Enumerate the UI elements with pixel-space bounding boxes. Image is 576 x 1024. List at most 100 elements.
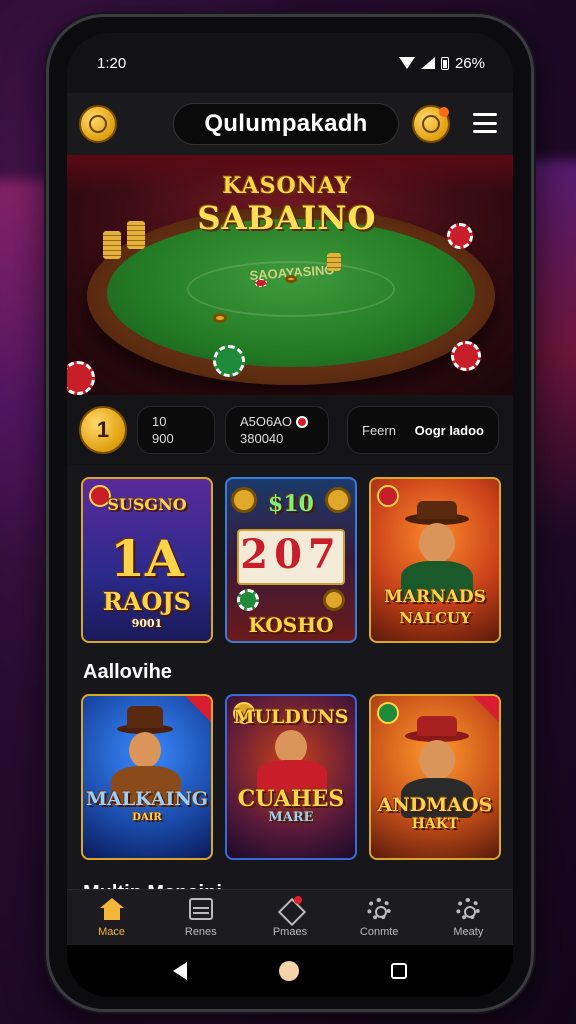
game-title-sub: KOSHO xyxy=(248,613,334,637)
game-footer: 9001 xyxy=(131,617,163,630)
chip-stack xyxy=(103,231,121,259)
status-icons: 26% xyxy=(398,54,485,72)
nav-home[interactable]: Mace xyxy=(72,897,152,938)
nav-contacts[interactable]: Conmte xyxy=(339,897,419,938)
game-title-top: SUSGNO xyxy=(107,495,187,514)
game-tile[interactable]: MALKAING DAIR xyxy=(81,694,213,860)
notification-dot xyxy=(439,107,449,117)
gem-icon xyxy=(237,589,259,611)
gear-icon xyxy=(456,897,481,920)
battery-icon xyxy=(440,56,449,70)
level-pill[interactable]: 10 900 xyxy=(137,406,215,454)
red-chip-icon xyxy=(67,361,95,395)
star-badge-icon xyxy=(377,702,399,724)
battery-percent: 26% xyxy=(454,54,485,72)
chip-stack xyxy=(327,253,341,271)
game-title-line2: HAKT xyxy=(411,816,459,832)
signal-icon xyxy=(420,57,435,69)
green-chip-icon xyxy=(213,345,245,377)
hat-icon xyxy=(417,501,457,519)
new-flag-icon xyxy=(473,696,499,722)
game-title-line2: CUAHES xyxy=(237,786,345,812)
wifi-icon xyxy=(398,57,415,69)
games-icon xyxy=(188,897,213,920)
red-chip-icon xyxy=(451,341,481,371)
section-title: Aallovihe xyxy=(83,661,172,683)
nav-promos[interactable]: Pmaes xyxy=(250,895,330,938)
balance-line2: 380040 xyxy=(240,431,284,446)
hero-banner[interactable]: SAOAYASINO KASONAY SABAINO xyxy=(67,155,513,395)
new-flag-icon xyxy=(185,696,211,722)
coin-icon xyxy=(323,589,345,611)
player-info-row: 1 10 900 A5O6AO 380040 Feern Oogr Iadoo xyxy=(67,395,513,465)
game-tile[interactable]: ANDMAOS HAKT xyxy=(369,694,501,860)
promo-icon xyxy=(278,895,302,920)
game-tile[interactable]: SUSGNO 1A RAOJS 9001 xyxy=(81,477,213,643)
nav-label: Mace xyxy=(98,925,126,938)
game-title-big: 1A xyxy=(110,529,184,588)
nav-label: Pmaes xyxy=(272,925,308,938)
games-row-1: SUSGNO 1A RAOJS 9001 $10 207 KOSHO MARNA… xyxy=(81,477,501,643)
game-tile[interactable]: MULDUNS CUAHES MARE xyxy=(225,694,357,860)
level-line2: 900 xyxy=(152,431,174,446)
coin-icon xyxy=(89,115,107,133)
phone-frame: 1:20 26% Qulumpakadh SAOAYASINO KASONAY … xyxy=(46,14,534,1012)
level-line1: 10 xyxy=(152,414,167,429)
red-chip-icon xyxy=(255,279,267,287)
nav-label: Renes xyxy=(184,925,217,938)
games-row-2: MALKAING DAIR MULDUNS CUAHES MARE ANDMAO… xyxy=(81,694,501,860)
game-title-line1: MALKAING xyxy=(85,788,209,810)
home-icon xyxy=(99,897,124,920)
recent-apps-icon[interactable] xyxy=(391,963,407,979)
nav-label: Conmte xyxy=(359,925,399,938)
back-icon[interactable] xyxy=(173,962,187,980)
nav-games[interactable]: Renes xyxy=(161,897,241,938)
game-title-line2: NALCUY xyxy=(399,609,471,627)
game-title-line1: ANDMAOS xyxy=(377,794,493,816)
profile-coin-button[interactable] xyxy=(79,105,117,143)
game-title-line1: MULDUNS xyxy=(233,706,349,728)
character-face xyxy=(275,730,307,764)
filter-pill[interactable]: Feern Oogr Iadoo xyxy=(347,406,499,454)
red-chip-icon xyxy=(447,223,473,249)
filter-label: Feern xyxy=(362,422,396,438)
character-face xyxy=(419,740,455,780)
game-title-line1: MARNADS xyxy=(384,587,486,607)
game-tile[interactable]: MARNADS NALCUY xyxy=(369,477,501,643)
home-button-icon[interactable] xyxy=(279,961,299,981)
filter-value: Oogr Iadoo xyxy=(414,422,484,438)
settings-icon xyxy=(367,897,392,920)
hot-badge-icon xyxy=(377,485,399,507)
status-time: 1:20 xyxy=(97,54,127,72)
game-title-sub: RAOJS xyxy=(102,587,192,616)
chip-stack xyxy=(127,221,145,249)
games-area: SUSGNO 1A RAOJS 9001 $10 207 KOSHO MARNA… xyxy=(67,465,513,905)
game-title-line3: MARE xyxy=(268,810,314,825)
character-face xyxy=(129,732,161,768)
screen: 1:20 26% Qulumpakadh SAOAYASINO KASONAY … xyxy=(67,33,513,997)
character-face xyxy=(419,523,455,563)
hero-title-line1: KASONAY xyxy=(222,173,352,199)
game-footer: DAIR xyxy=(132,812,162,823)
app-title: Qulumpakadh xyxy=(173,103,399,145)
gold-chip-icon xyxy=(285,275,297,283)
game-title-top: $10 xyxy=(268,491,314,517)
balance-line1: A5O6AO xyxy=(240,413,314,430)
menu-icon[interactable] xyxy=(473,113,497,133)
hero-title-line2: SABAINO xyxy=(197,199,377,237)
cherry-icon xyxy=(296,416,309,428)
status-bar: 1:20 26% xyxy=(67,33,513,93)
nav-label: Meaty xyxy=(453,925,484,938)
app-header: Qulumpakadh xyxy=(67,93,513,155)
game-tile[interactable]: $10 207 KOSHO xyxy=(225,477,357,643)
notification-button[interactable] xyxy=(412,105,450,143)
balance-pill[interactable]: A5O6AO 380040 xyxy=(225,406,329,454)
bottom-navigation: Mace Renes Pmaes Conmte Meaty xyxy=(67,889,513,945)
hero-title: KASONAY SABAINO xyxy=(187,173,387,237)
gold-chip-icon xyxy=(213,313,227,323)
nav-more[interactable]: Meaty xyxy=(428,897,508,938)
alarm-icon xyxy=(422,115,440,133)
slot-digits: 207 xyxy=(240,531,342,578)
hat-icon xyxy=(417,716,457,736)
rank-badge[interactable]: 1 xyxy=(79,406,127,454)
